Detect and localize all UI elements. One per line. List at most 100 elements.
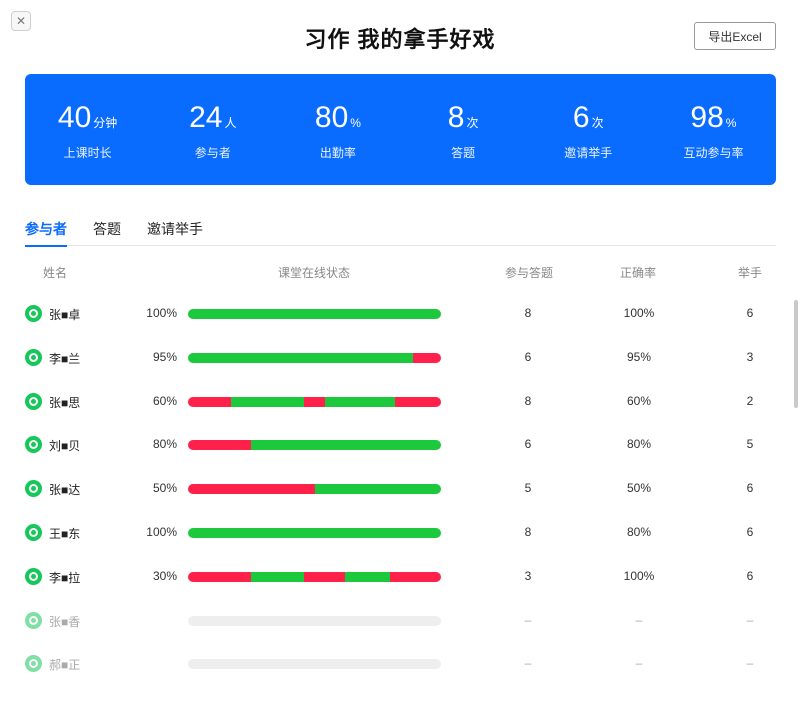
online-segment [314, 484, 441, 495]
participant-name: 李■拉 [49, 570, 81, 585]
participant-name: 刘■贝 [49, 439, 81, 454]
user-avatar-icon [25, 611, 42, 629]
stat-interaction-rate: 98% 互动参与率 [651, 74, 776, 185]
online-segment [324, 396, 396, 407]
online-segment [251, 571, 305, 582]
stat-label: 邀请举手 [564, 146, 613, 160]
online-percent: 30% [152, 568, 177, 583]
offline-segment [188, 571, 252, 582]
offline-segment [413, 352, 441, 363]
answers-cell: – [524, 656, 532, 671]
online-segment [251, 440, 441, 451]
stat-participants: 24 人 参与者 [150, 74, 275, 185]
answers-cell: 3 [524, 568, 532, 583]
export-excel-button[interactable]: 导出Excel [694, 22, 776, 50]
tab-answers[interactable]: 答题 [93, 218, 121, 246]
online-percent: 60% [152, 393, 177, 408]
offline-segment [188, 396, 231, 407]
online-segment [231, 396, 305, 407]
hands-cell: 6 [746, 568, 754, 583]
offline-segment [304, 571, 345, 582]
user-avatar-icon [25, 392, 42, 410]
tab-hand-invites[interactable]: 邀请举手 [147, 218, 203, 246]
answers-cell: 8 [524, 306, 532, 320]
hands-cell: 6 [746, 306, 754, 320]
stat-unit: % [725, 116, 737, 130]
stat-value: 98 [690, 101, 724, 134]
stat-label: 答题 [451, 146, 476, 160]
stat-label: 上课时长 [63, 146, 112, 160]
stat-duration: 40 分钟 上课时长 [25, 74, 150, 185]
table-row: 李■兰 95% 6 95% 3 [0, 336, 800, 380]
online-status-bar [188, 527, 441, 538]
online-percent: 100% [146, 306, 177, 320]
participant-table: 张■卓 100% 8 100% 6 李■兰 95% 6 95% 3 张■思 60% 8 60% 2 刘■贝 80… [0, 292, 800, 686]
online-percent: 50% [152, 481, 177, 496]
online-status-bar [188, 440, 441, 451]
stat-answers: 8次 答题 [401, 74, 526, 185]
offline-segment [304, 396, 325, 407]
table-row: 王■东 100% 8 80% 6 [0, 511, 800, 555]
stat-value: 6 [572, 101, 590, 134]
header-hands: 举手 [738, 266, 763, 280]
accuracy-cell: – [635, 612, 643, 627]
accuracy-cell: – [635, 656, 643, 671]
accuracy-cell: 100% [623, 306, 655, 320]
accuracy-cell: 80% [626, 437, 652, 452]
participant-name: 郝■正 [49, 658, 81, 673]
header-accuracy: 正确率 [620, 266, 657, 280]
tab-bar: 参与者 答题 邀请举手 [25, 218, 776, 247]
stat-value: 40 [57, 101, 92, 134]
table-row: 刘■贝 80% 6 80% 5 [0, 423, 800, 467]
header-online-status: 课堂在线状态 [278, 266, 351, 280]
user-avatar-icon [25, 480, 42, 498]
stat-unit: 人 [224, 116, 237, 130]
online-status-bar [188, 396, 441, 407]
answers-cell: – [524, 612, 532, 627]
hands-cell: 6 [746, 481, 754, 496]
stat-value: 8 [447, 101, 465, 134]
stat-unit: 次 [466, 116, 479, 130]
offline-segment [188, 440, 252, 451]
table-row: 李■拉 30% 3 100% 6 [0, 555, 800, 599]
user-avatar-icon [25, 436, 42, 454]
stat-unit: 次 [591, 116, 604, 130]
answers-cell: 5 [524, 481, 532, 496]
table-row: 张■卓 100% 8 100% 6 [0, 292, 800, 336]
online-segment [188, 527, 441, 538]
stat-unit: % [350, 116, 361, 130]
online-status-bar [188, 615, 441, 626]
user-avatar-icon [25, 567, 42, 585]
stats-card: 40 分钟 上课时长 24 人 参与者 80% 出勤率 8次 答题 6次 邀请举手 … [25, 74, 776, 185]
hands-cell: 2 [746, 393, 754, 408]
scrollbar[interactable] [794, 300, 798, 408]
online-status-bar [188, 571, 441, 582]
participant-name: 张■思 [49, 395, 81, 410]
online-segment [188, 352, 414, 363]
user-avatar-icon [25, 655, 42, 673]
page-title: 习作 我的拿手好戏 [304, 27, 496, 52]
online-segment [188, 309, 441, 319]
header-name: 姓名 [43, 266, 68, 280]
online-status-bar [188, 352, 441, 363]
online-segment [344, 571, 391, 582]
participant-name: 张■香 [49, 614, 81, 629]
tab-participants[interactable]: 参与者 [25, 218, 67, 247]
answers-cell: 8 [524, 524, 532, 539]
online-percent: 100% [146, 524, 177, 539]
participant-name: 王■东 [49, 526, 81, 541]
accuracy-cell: 50% [626, 481, 652, 496]
online-percent: 80% [152, 437, 177, 452]
online-status-bar [188, 659, 441, 670]
table-row: 郝■正 – – – [0, 642, 800, 686]
hands-cell: 6 [746, 524, 754, 539]
online-status-bar [188, 484, 441, 495]
user-avatar-icon [25, 348, 42, 366]
user-avatar-icon [25, 523, 42, 541]
header-answers: 参与答题 [505, 266, 554, 280]
stat-label: 参与者 [194, 146, 231, 160]
answers-cell: 8 [524, 393, 532, 408]
stat-attendance: 80% 出勤率 [275, 74, 400, 185]
offline-segment [395, 396, 441, 407]
accuracy-cell: 100% [623, 568, 655, 583]
